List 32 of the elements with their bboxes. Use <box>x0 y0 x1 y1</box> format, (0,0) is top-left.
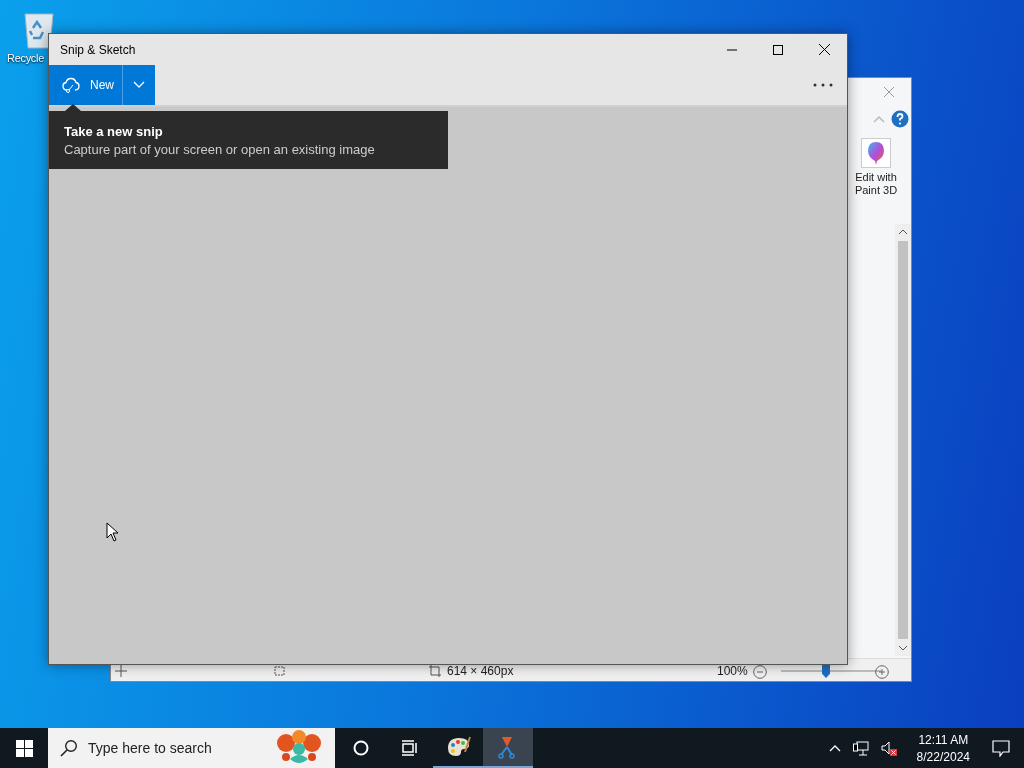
scrollbar[interactable] <box>895 224 911 656</box>
ribbon-button[interactable]: Edit with Paint 3D <box>849 138 903 197</box>
zoom-out-icon[interactable] <box>753 665 767 679</box>
help-icon[interactable] <box>891 110 909 128</box>
scrollbar-thumb[interactable] <box>898 241 908 639</box>
tooltip-description: Capture part of your screen or open an existing image <box>64 141 376 157</box>
cortana-icon[interactable] <box>353 740 369 756</box>
windows-icon[interactable] <box>15 739 33 757</box>
palette-icon <box>445 736 471 758</box>
close-icon[interactable] <box>819 44 830 55</box>
snip-icon <box>62 76 80 94</box>
zoom-level: 100% <box>717 664 748 678</box>
chevron-down-icon <box>133 81 145 89</box>
network-icon[interactable] <box>852 740 869 756</box>
clock[interactable]: 12:11 AM 8/22/2024 <box>908 728 978 768</box>
volume-muted-icon[interactable] <box>880 740 897 756</box>
icon-label: Recycle <box>7 52 45 64</box>
zoom-in-icon[interactable] <box>875 665 889 679</box>
cursor-icon <box>106 522 119 542</box>
scroll-down-icon[interactable] <box>898 645 908 651</box>
image-dimensions: 614 × 460px <box>447 664 514 678</box>
new-snip-button[interactable]: New <box>49 65 122 105</box>
more-icon[interactable] <box>813 83 833 87</box>
scroll-up-icon[interactable] <box>898 229 908 235</box>
notification-icon[interactable] <box>992 739 1010 757</box>
task-view-icon[interactable] <box>400 740 418 756</box>
paint-drop-icon <box>861 138 891 168</box>
search-icon <box>60 739 78 757</box>
window-title: Snip & Sketch <box>60 42 136 57</box>
tooltip-title: Take a new snip <box>64 123 164 139</box>
maximize-icon[interactable] <box>773 44 783 55</box>
search-field[interactable]: Type here to search <box>88 740 258 756</box>
